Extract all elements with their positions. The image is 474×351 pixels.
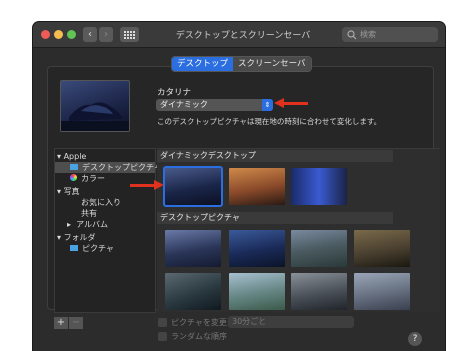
window-title: デスクトップとスクリーンセーバ: [175, 31, 311, 41]
wallpaper-tile-gradient[interactable]: [291, 168, 347, 205]
close-button[interactable]: [41, 30, 50, 39]
wallpaper-tile[interactable]: [229, 230, 285, 267]
tab-desktop[interactable]: デスクトップ: [172, 57, 234, 71]
section-header-dynamic: ダイナミックデスクトップ: [157, 150, 393, 162]
tab-screensaver[interactable]: スクリーンセーバ: [233, 57, 311, 71]
remove-button[interactable]: −: [69, 317, 83, 329]
random-order-label: ランダムな順序: [171, 332, 227, 341]
sidebar-item-shared[interactable]: 共有: [81, 208, 97, 219]
sidebar-item-albums[interactable]: ▸ アルバム: [67, 219, 108, 230]
help-button[interactable]: ?: [408, 332, 422, 346]
wallpaper-tile[interactable]: [354, 230, 410, 267]
wallpaper-tile[interactable]: [165, 273, 221, 310]
wallpaper-tile[interactable]: [229, 273, 285, 310]
section-header-desktop-pictures: デスクトップピクチャ: [157, 212, 393, 224]
grid-icon: [124, 30, 135, 39]
interval-value: 30分ごと: [232, 317, 267, 326]
wallpaper-tile[interactable]: [291, 273, 347, 310]
sidebar-group-photos[interactable]: ▾ 写真: [57, 186, 80, 197]
mode-select-value: ダイナミック: [160, 100, 208, 109]
add-remove-buttons: + −: [54, 317, 84, 329]
forward-button[interactable]: ›: [99, 27, 113, 42]
mode-description: このデスクトップピクチャは現在地の時刻に合わせて変化します。: [157, 117, 382, 126]
search-icon: [347, 29, 357, 39]
wallpaper-tile-mojave[interactable]: [229, 168, 285, 205]
minimize-button[interactable]: [54, 30, 63, 39]
change-picture-label: ピクチャを変更:: [171, 318, 230, 327]
mode-select[interactable]: ダイナミック ⇕: [156, 99, 273, 111]
folder-icon: [70, 245, 78, 251]
search-placeholder: 検索: [360, 30, 376, 39]
show-all-button[interactable]: [120, 27, 139, 42]
random-order-checkbox[interactable]: [158, 332, 167, 341]
source-sidebar: ▾ Apple デスクトップピクチャ カラー ▾ 写真 お気に入り 共有 ▸ ア…: [54, 148, 162, 313]
add-button[interactable]: +: [54, 317, 68, 329]
sidebar-item-pictures[interactable]: ピクチャ: [55, 243, 114, 254]
chevron-updown-icon: ⇕: [262, 99, 273, 111]
sidebar-group-folders[interactable]: ▾ フォルダ: [57, 232, 96, 243]
tab-bar: デスクトップ スクリーンセーバ: [171, 56, 312, 72]
title-bar: ‹ › デスクトップとスクリーンセーバ 検索: [33, 22, 445, 48]
interval-select[interactable]: 30分ごと: [228, 316, 354, 328]
wallpaper-tile[interactable]: [165, 230, 221, 267]
sidebar-group-apple[interactable]: ▾ Apple: [57, 151, 86, 162]
current-wallpaper-preview: [60, 80, 130, 132]
wallpaper-gallery: ダイナミックデスクトップ デスクトップピクチャ: [157, 148, 440, 312]
wallpaper-tile-catalina[interactable]: [163, 166, 223, 207]
change-picture-option[interactable]: ピクチャを変更:: [158, 317, 230, 328]
sidebar-item-colors[interactable]: カラー: [55, 173, 105, 184]
wallpaper-tile[interactable]: [354, 273, 410, 310]
preferences-window: ‹ › デスクトップとスクリーンセーバ 検索 デスクトップ スクリーンセーバ カ…: [33, 22, 445, 351]
sidebar-item-desktop-pictures[interactable]: デスクトップピクチャ: [55, 162, 162, 173]
search-field[interactable]: 検索: [342, 27, 438, 42]
random-order-option[interactable]: ランダムな順序: [158, 331, 227, 342]
back-button[interactable]: ‹: [83, 27, 97, 42]
folder-icon: [70, 164, 78, 170]
wallpaper-tile[interactable]: [291, 230, 347, 267]
change-picture-checkbox[interactable]: [158, 318, 167, 327]
sidebar-item-favorites[interactable]: お気に入り: [81, 197, 121, 208]
wallpaper-name: カタリナ: [157, 88, 192, 98]
color-wheel-icon: [70, 174, 77, 181]
zoom-button[interactable]: [67, 30, 76, 39]
